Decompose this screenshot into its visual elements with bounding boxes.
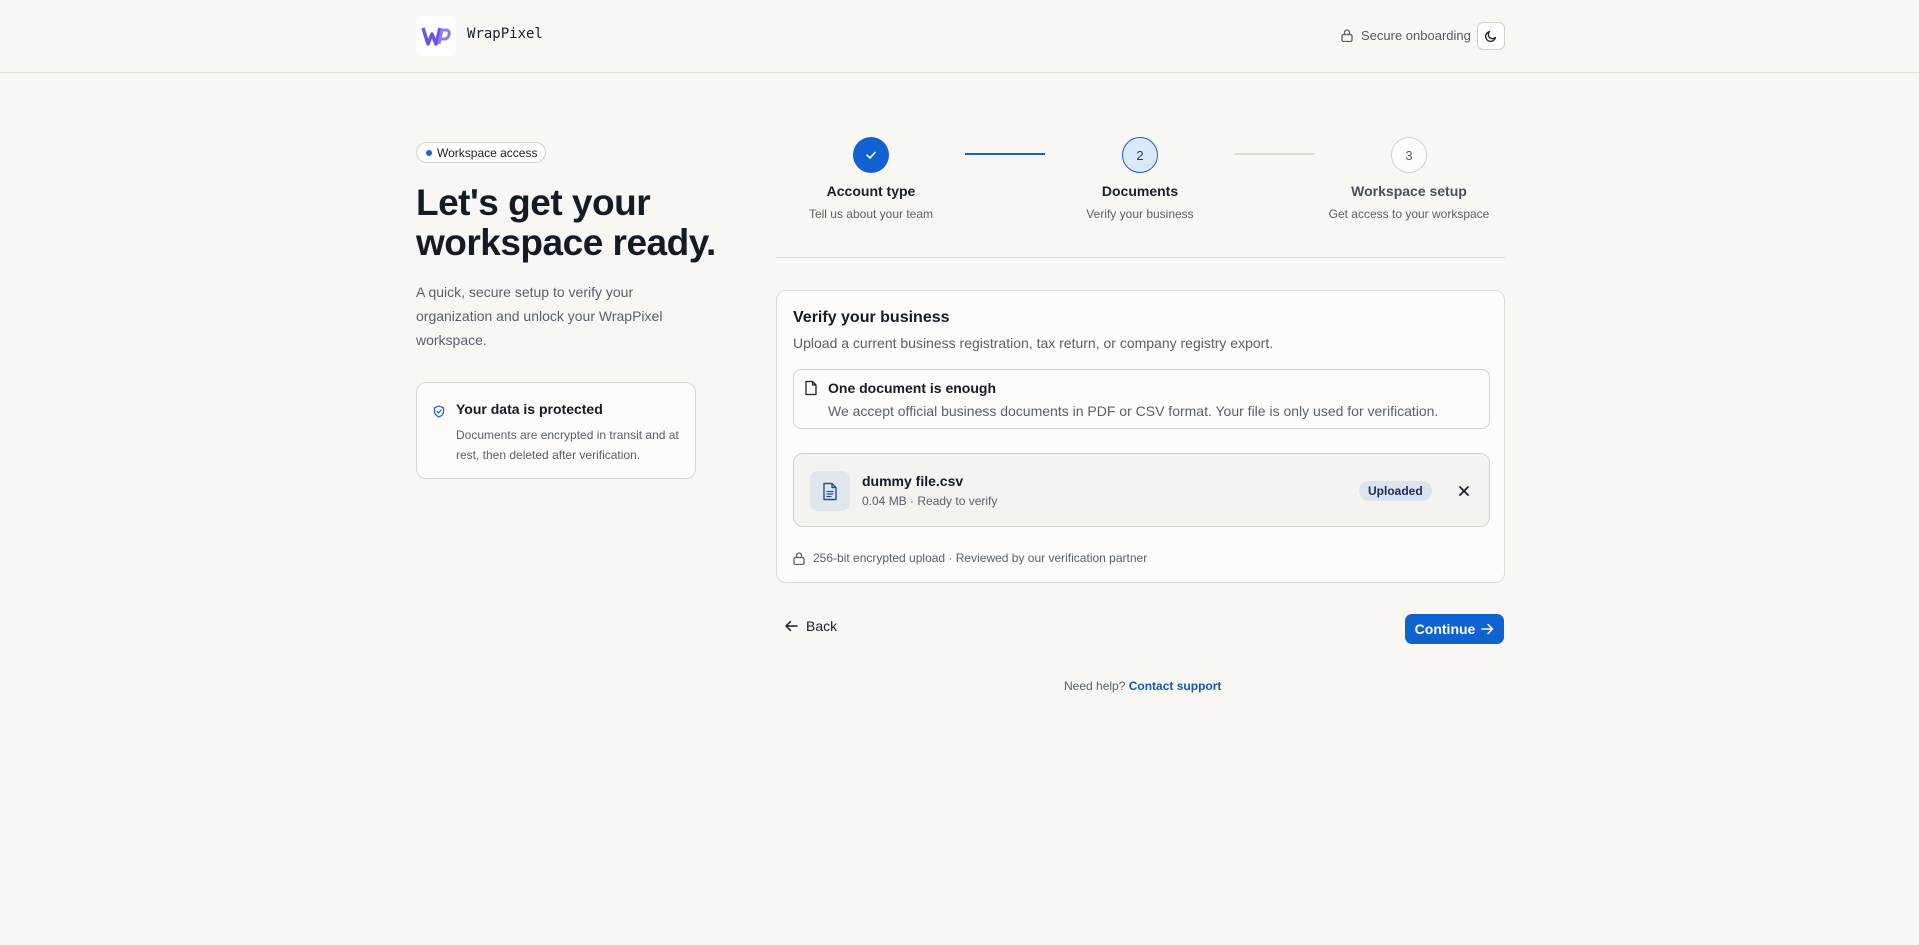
secure-onboarding: Secure onboarding [1341, 28, 1471, 43]
step-connector-1 [965, 153, 1045, 155]
step-3-title: Workspace setup [1351, 183, 1467, 199]
data-protected-card: Your data is protected Documents are enc… [416, 382, 696, 479]
step-workspace-setup[interactable]: 3 Workspace setup Get access to your wor… [1309, 137, 1509, 221]
step-documents[interactable]: 2 Documents Verify your business [1040, 137, 1240, 221]
secure-onboarding-label: Secure onboarding [1361, 28, 1471, 43]
lock-icon [793, 551, 805, 565]
uploaded-file-row: dummy file.csv 0.04 MB · Ready to verify… [793, 453, 1490, 527]
pill-dot [426, 150, 432, 156]
arrow-right-icon [1481, 623, 1494, 635]
continue-button[interactable]: Continue [1405, 614, 1504, 644]
step-1-title: Account type [826, 183, 916, 199]
shield-check-icon [433, 405, 445, 418]
notice-text: We accept official business documents in… [828, 403, 1439, 419]
step-1-indicator [853, 137, 889, 173]
moon-icon [1484, 30, 1497, 43]
document-notice: One document is enough We accept officia… [793, 369, 1490, 429]
step-3-subtitle: Get access to your workspace [1328, 207, 1490, 221]
arrow-left-icon [785, 620, 798, 632]
page-subtitle: A quick, secure setup to verify your org… [416, 284, 663, 348]
page-title: Let's get your workspace ready. [416, 182, 716, 263]
upload-status-badge: Uploaded [1359, 481, 1432, 501]
card-title: Verify your business [793, 309, 950, 326]
wrappixel-logo-icon [421, 27, 451, 46]
encryption-note: 256-bit encrypted upload · Reviewed by o… [793, 551, 1147, 565]
verify-business-card: Verify your business Upload a current bu… [776, 290, 1505, 583]
back-button-label: Back [806, 618, 838, 634]
close-icon [1459, 486, 1469, 496]
file-name: dummy file.csv [862, 473, 964, 489]
check-icon [866, 151, 876, 159]
stepper-divider [776, 257, 1505, 258]
help-prefix: Need help? [1064, 679, 1126, 693]
help-footer: Need help? Contact support [1064, 679, 1221, 693]
brand-logo[interactable] [416, 16, 456, 56]
remove-file-button[interactable] [1454, 481, 1474, 501]
step-3-indicator: 3 [1391, 137, 1427, 173]
brand-name: WrapPixel [467, 26, 543, 42]
notice-title: One document is enough [828, 380, 997, 396]
top-header: WrapPixel Secure onboarding [0, 0, 1919, 73]
protect-title: Your data is protected [456, 401, 603, 417]
file-text-icon [823, 482, 837, 500]
protect-text: Documents are encrypted in transit and a… [456, 428, 679, 462]
encryption-note-text: 256-bit encrypted upload · Reviewed by o… [813, 551, 1148, 565]
card-subtitle: Upload a current business registration, … [793, 335, 1274, 351]
theme-toggle-button[interactable] [1477, 22, 1505, 50]
step-connector-2 [1235, 153, 1315, 155]
file-meta: 0.04 MB · Ready to verify [862, 494, 998, 508]
pill-label: Workspace access [437, 145, 538, 160]
continue-button-label: Continue [1414, 621, 1476, 637]
contact-support-link[interactable]: Contact support [1129, 679, 1222, 693]
workspace-access-pill: Workspace access [416, 142, 547, 163]
step-2-indicator: 2 [1122, 137, 1158, 173]
step-account-type[interactable]: Account type Tell us about your team [771, 137, 971, 221]
step-2-subtitle: Verify your business [1086, 207, 1194, 221]
file-icon-container [810, 471, 850, 511]
step-2-title: Documents [1101, 183, 1179, 199]
back-button[interactable]: Back [784, 618, 837, 634]
step-1-subtitle: Tell us about your team [808, 207, 934, 221]
lock-icon [1341, 29, 1353, 42]
document-icon [805, 380, 817, 396]
